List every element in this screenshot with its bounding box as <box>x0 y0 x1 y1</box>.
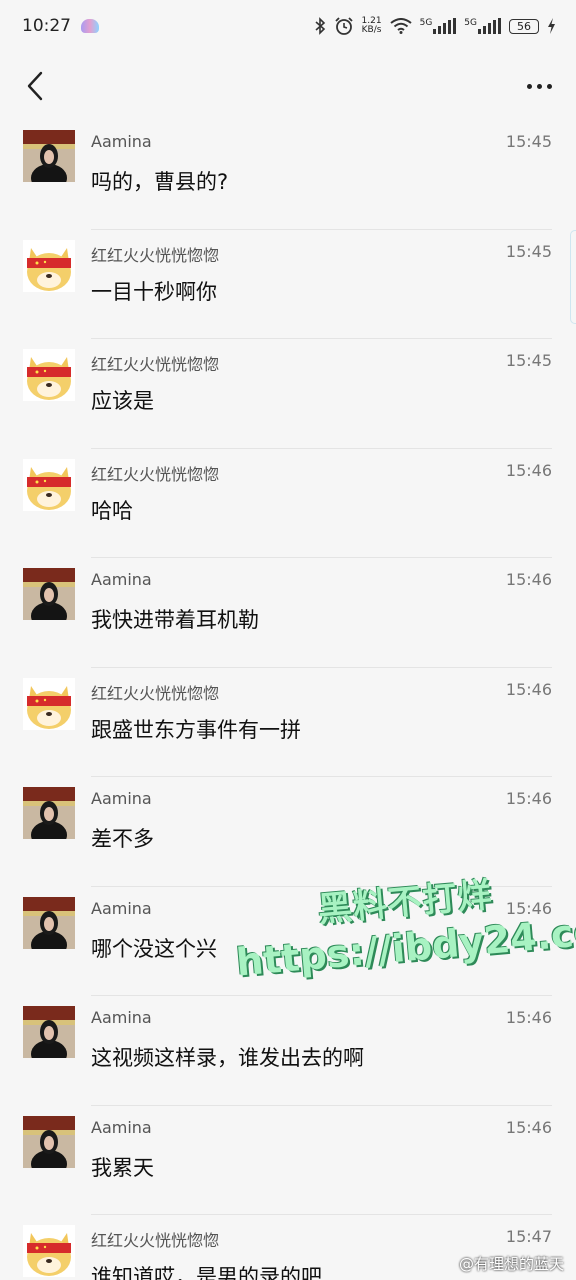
message-sender: Aamina <box>91 570 152 589</box>
avatar-woman-icon[interactable] <box>23 130 75 182</box>
message-item[interactable]: 红红火火恍恍惚惚 15:45 应该是 <box>0 339 576 449</box>
message-text: 我快进带着耳机勒 <box>91 608 259 632</box>
message-text: 这视频这样录，谁发出去的啊 <box>91 1046 364 1070</box>
message-text: 我累天 <box>91 1155 154 1180</box>
message-item[interactable]: 红红火火恍恍惚惚 15:45 一目十秒啊你 <box>0 230 576 339</box>
status-bar: 10:27 1.21 KB/s 5G 5G 56 <box>0 0 576 52</box>
message-item[interactable]: Aamina 15:46 我累天 <box>0 1106 576 1215</box>
sim2-label: 5G <box>464 18 477 28</box>
avatar-dog-icon[interactable] <box>23 458 75 511</box>
more-horizontal-icon-dot <box>547 83 552 89</box>
message-sender: Aamina <box>91 1117 152 1137</box>
message-sender: 红红火火恍恍惚惚 <box>91 464 220 484</box>
chevron-left-icon <box>27 71 43 101</box>
message-text: 哪个没这个兴 <box>91 936 217 961</box>
sim1-label: 5G <box>419 18 433 28</box>
more-horizontal-icon <box>527 83 532 89</box>
sim2-signal: 5G <box>464 18 501 34</box>
message-sender: 红红火火恍恍惚惚 <box>91 1231 220 1250</box>
message-time: 15:45 <box>505 351 552 370</box>
chat-toolbar <box>0 52 576 120</box>
battery-indicator: 56 <box>509 18 539 34</box>
message-text: 吗的，曹县的? <box>91 170 229 194</box>
more-options-button[interactable] <box>527 76 552 97</box>
avatar-dog-icon[interactable] <box>23 1225 75 1277</box>
message-time: 15:46 <box>505 1008 552 1027</box>
message-time: 15:46 <box>505 789 552 808</box>
back-button[interactable] <box>18 66 52 106</box>
status-left: 10:27 <box>22 16 99 36</box>
message-item[interactable]: Aamina 15:46 差不多 <box>0 777 576 887</box>
avatar-woman-icon[interactable] <box>23 1115 75 1168</box>
message-sender: Aamina <box>91 789 152 808</box>
image-credit: @有理想的蓝天 <box>458 1255 564 1273</box>
avatar-woman-icon[interactable] <box>23 787 75 839</box>
avatar-dog-icon[interactable] <box>23 239 75 292</box>
message-text: 一目十秒啊你 <box>91 279 217 304</box>
message-item[interactable]: Aamina 15:46 我快进带着耳机勒 <box>0 558 576 668</box>
message-time: 15:46 <box>505 679 552 699</box>
message-item[interactable]: Aamina 15:46 哪个没这个兴 <box>0 887 576 996</box>
message-sender: 红红火火恍恍惚惚 <box>91 355 220 374</box>
side-scroll-handle[interactable] <box>570 230 576 324</box>
network-speed-unit: KB/s <box>361 25 382 35</box>
message-sender: Aamina <box>91 132 152 151</box>
message-item[interactable]: Aamina 15:45 吗的，曹县的? <box>0 120 576 230</box>
message-text: 哈哈 <box>91 498 133 523</box>
signal-bars-icon <box>478 18 501 34</box>
message-time: 15:46 <box>505 570 552 589</box>
message-text: 应该是 <box>91 389 154 413</box>
message-time: 15:46 <box>505 898 552 918</box>
avatar-woman-icon[interactable] <box>23 568 75 620</box>
wifi-icon <box>389 18 412 34</box>
chat-message-list[interactable]: Aamina 15:45 吗的，曹县的? 红红火火恍恍惚惚 15:45 一目十秒啊你 红红火… <box>0 120 576 1280</box>
avatar-woman-icon[interactable] <box>23 1006 75 1058</box>
message-item[interactable]: Aamina 15:46 这视频这样录，谁发出去的啊 <box>0 996 576 1106</box>
bluetooth-icon <box>315 17 325 35</box>
network-speed: 1.21 KB/s <box>362 17 382 35</box>
avatar-dog-icon[interactable] <box>23 677 75 730</box>
signal-bars-icon <box>433 18 457 34</box>
sim1-signal: 5G <box>420 18 457 34</box>
message-sender: Aamina <box>91 1008 152 1027</box>
message-sender: 红红火火恍恍惚惚 <box>91 245 220 265</box>
message-time: 15:45 <box>505 241 552 261</box>
charging-icon <box>548 18 555 34</box>
message-item[interactable]: 红红火火恍恍惚惚 15:46 跟盛世东方事件有一拼 <box>0 668 576 777</box>
message-sender: Aamina <box>91 898 152 918</box>
avatar-woman-icon[interactable] <box>23 896 75 949</box>
message-time: 15:46 <box>505 1117 552 1137</box>
message-time: 15:47 <box>505 1227 552 1246</box>
message-text: 谁知道哎，是男的录的吧 <box>91 1265 322 1280</box>
message-item[interactable]: 红红火火恍恍惚惚 15:46 哈哈 <box>0 449 576 558</box>
status-right: 1.21 KB/s 5G 5G 56 <box>314 16 556 36</box>
notification-app-icon <box>81 19 99 33</box>
message-sender: 红红火火恍恍惚惚 <box>91 683 220 703</box>
more-horizontal-icon-dot <box>537 83 542 89</box>
avatar-dog-icon[interactable] <box>23 349 75 401</box>
message-time: 15:45 <box>505 132 552 151</box>
status-time: 10:27 <box>22 16 71 36</box>
message-text: 差不多 <box>91 827 154 851</box>
alarm-icon <box>334 17 353 35</box>
battery-level: 56 <box>517 19 531 33</box>
message-text: 跟盛世东方事件有一拼 <box>91 717 301 742</box>
message-time: 15:46 <box>505 460 552 480</box>
